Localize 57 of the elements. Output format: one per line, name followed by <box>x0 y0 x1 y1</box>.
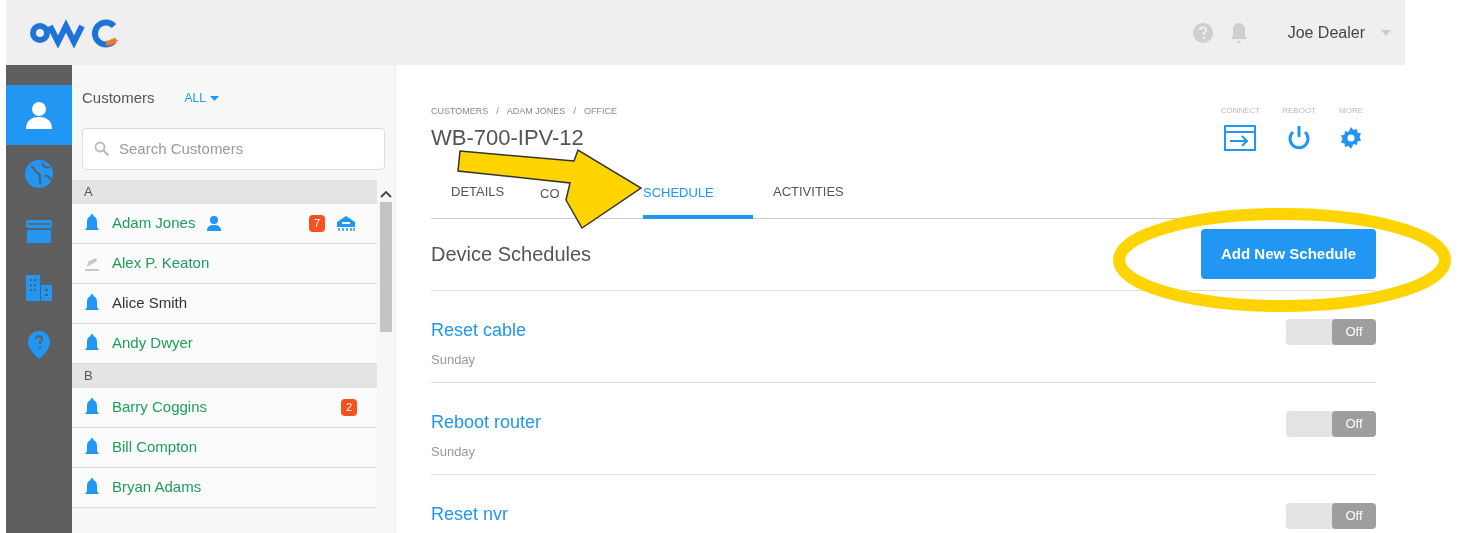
settings-icon <box>1338 125 1364 151</box>
caret-icon <box>209 95 219 101</box>
customer-row[interactable]: Bill Compton <box>72 427 377 468</box>
globe-icon <box>23 157 55 190</box>
rail-tab[interactable] <box>6 85 72 145</box>
count-badge: 2 <box>341 398 357 416</box>
person-icon <box>23 99 55 131</box>
schedule-name[interactable]: Reset nvr <box>431 500 509 528</box>
group-header: B <box>72 363 377 388</box>
toggle-switch[interactable]: Off <box>1286 410 1376 437</box>
customer-name: Bill Compton <box>112 436 198 457</box>
toolbar-action[interactable]: CONNECT <box>1220 105 1261 154</box>
scroll-up-icon[interactable] <box>380 189 392 198</box>
customer-name: Adam Jones <box>112 212 196 233</box>
customer-row[interactable]: Bryan Adams <box>72 467 377 508</box>
customer-row[interactable]: Alex P. Keaton <box>72 243 377 284</box>
customer-name: Alex P. Keaton <box>112 252 210 273</box>
tab[interactable]: DETAILS <box>431 176 526 218</box>
toolbar-action[interactable]: MORE <box>1338 105 1364 154</box>
schedule-name[interactable]: Reset cable <box>431 316 527 344</box>
toggle-switch[interactable]: Off <box>1286 502 1376 529</box>
search-field[interactable]: Search Customers <box>82 127 385 170</box>
section-title: Device Schedules <box>431 242 592 267</box>
filter-dropdown[interactable]: ALL <box>184 89 219 108</box>
customer-row[interactable]: Barry Coggins 2 <box>72 387 377 428</box>
tab[interactable]: SCHEDULE <box>643 176 753 219</box>
toolbar-action[interactable]: REBOOT <box>1282 105 1316 154</box>
breadcrumb-link[interactable]: OFFICE <box>583 105 617 119</box>
tab[interactable]: ACTIVITIES <box>753 176 864 218</box>
caret-icon[interactable] <box>1381 29 1391 36</box>
breadcrumb-link[interactable]: CUSTOMERS <box>431 105 489 119</box>
count-badge: 7 <box>309 214 325 232</box>
customer-row[interactable]: Alice Smith <box>72 283 377 324</box>
customer-row[interactable]: Andy Dwyer <box>72 323 377 364</box>
bell-icon[interactable] <box>1229 21 1248 44</box>
breadcrumb-separator: / <box>496 105 499 118</box>
breadcrumb-separator: / <box>573 105 576 118</box>
search-icon <box>94 140 110 157</box>
customer-name: Alice Smith <box>112 292 188 313</box>
scrollbar-thumb[interactable] <box>380 201 392 332</box>
breadcrumb-link[interactable]: ADAM JONES <box>506 105 566 119</box>
schedule-name[interactable]: Reboot router <box>431 408 542 436</box>
customer-name: Barry Coggins <box>112 396 208 417</box>
customer-row[interactable]: Adam Jones 7 <box>72 203 377 244</box>
schedule-day: Sunday <box>431 349 527 369</box>
customer-name: Bryan Adams <box>112 476 202 497</box>
user-name[interactable]: Joe Dealer <box>1287 20 1365 45</box>
add-schedule-button[interactable]: Add New Schedule <box>1200 229 1376 279</box>
panel-title: Customers <box>82 88 155 108</box>
group-header: A <box>72 179 377 204</box>
customer-name: Andy Dwyer <box>112 332 193 353</box>
toggle-switch[interactable]: Off <box>1286 318 1376 345</box>
login-icon <box>1224 125 1257 151</box>
tab[interactable]: CO <box>540 185 562 201</box>
schedule-day: Sunday <box>431 441 542 461</box>
device-title: WB-700-IPV-12 <box>431 123 585 152</box>
help-icon[interactable] <box>1191 21 1214 44</box>
